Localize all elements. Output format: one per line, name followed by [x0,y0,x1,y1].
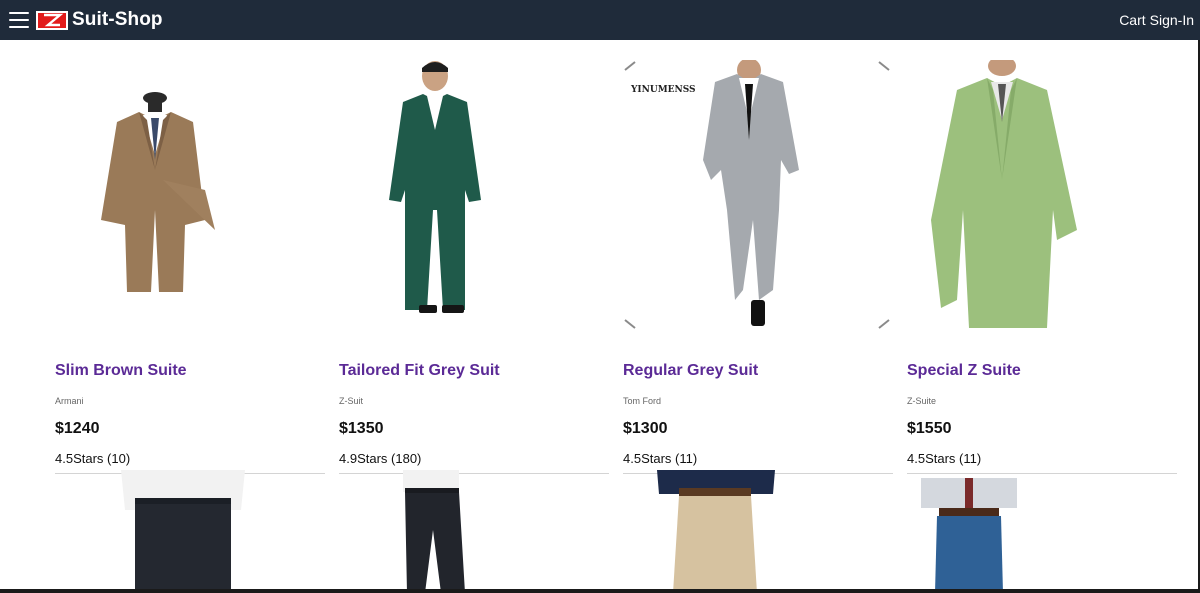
top-navbar: Suit-Shop Cart Sign-In [0,0,1200,40]
product-image[interactable]: YINUMENSS [623,60,893,330]
product-title[interactable]: Regular Grey Suit [623,362,758,380]
product-image[interactable] [907,470,1177,593]
product-title[interactable]: Special Z Suite [907,362,1021,380]
hamburger-menu-icon[interactable] [9,12,29,28]
product-image[interactable] [55,470,325,593]
product-title[interactable]: Tailored Fit Grey Suit [339,362,500,380]
signin-link[interactable]: Sign-In [1150,12,1194,28]
product-image[interactable] [339,470,609,593]
product-rating: 4.5Stars (11) [623,451,698,466]
product-image[interactable] [339,60,609,330]
watermark-text: YINUMENSS [630,85,696,95]
product-price: $1300 [623,420,668,437]
product-brand: Z-Suite [907,396,937,406]
product-image[interactable] [55,60,325,330]
product-price: $1240 [55,420,100,437]
product-brand: Z-Suit [339,396,364,406]
product-rating: 4.5Stars (10) [55,451,131,466]
product-price: $1350 [339,420,384,437]
product-title[interactable]: Slim Brown Suite [55,362,187,380]
product-price: $1550 [907,420,952,437]
product-grid: Slim Brown Suite Armani $1240 4.5Stars (… [0,40,1200,593]
product-brand: Armani [55,396,84,406]
logo-icon[interactable] [36,10,68,30]
cart-link[interactable]: Cart [1119,12,1145,28]
product-rating: 4.5Stars (11) [907,451,982,466]
window-edge [0,589,1200,593]
brand-name[interactable]: Suit-Shop [72,9,163,31]
product-rating: 4.9Stars (180) [339,451,422,466]
product-image[interactable] [623,470,893,593]
product-brand: Tom Ford [623,396,662,406]
product-image[interactable] [907,60,1177,330]
